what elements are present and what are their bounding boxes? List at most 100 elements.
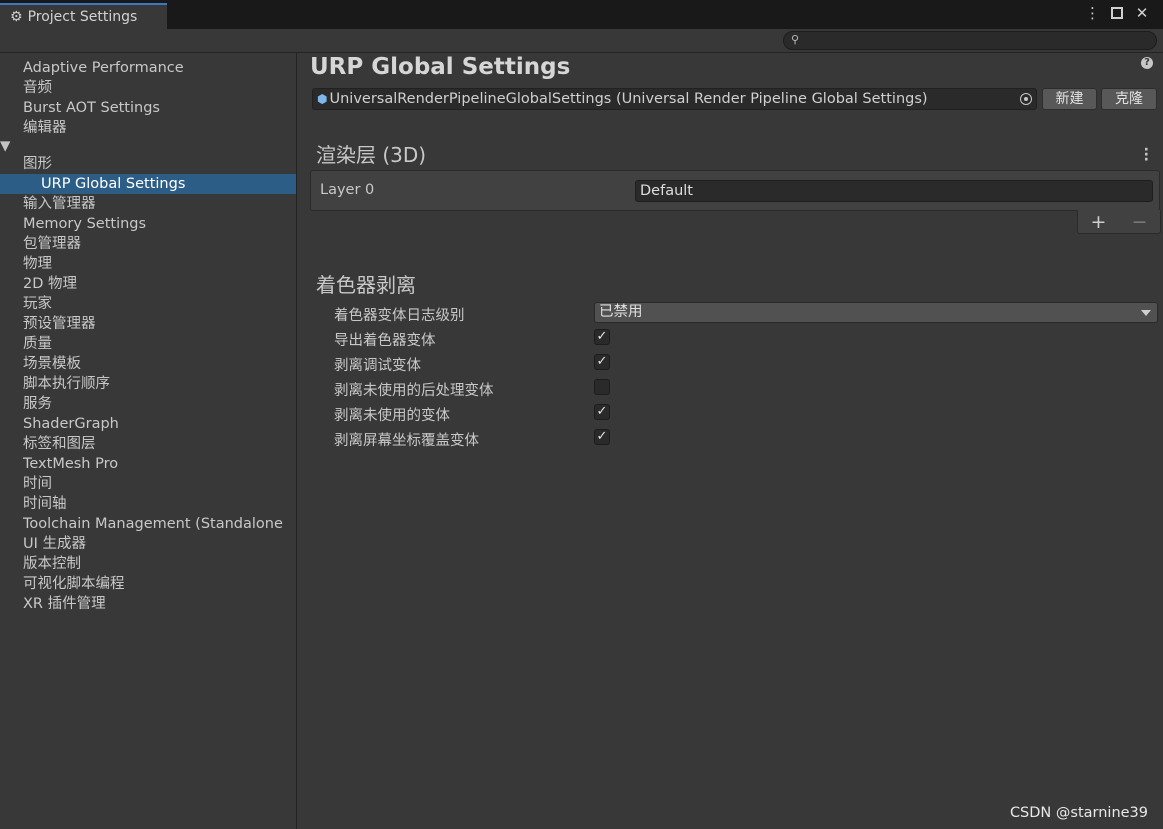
sidebar-row: 编辑器 <box>0 118 296 138</box>
sidebar-row: ▼ 图形 <box>0 138 296 174</box>
stripping-option-label: 剥离调试变体 <box>334 358 421 374</box>
sidebar-item[interactable]: 预设管理器 <box>0 314 296 334</box>
sidebar-item[interactable]: 标签和图层 <box>0 434 296 454</box>
object-picker-icon[interactable] <box>1020 93 1032 105</box>
sidebar-item[interactable]: Burst AOT Settings <box>0 98 296 118</box>
sidebar-item[interactable]: 音频 <box>0 78 296 98</box>
tab-project-settings[interactable]: ⚙ Project Settings <box>0 3 167 29</box>
sidebar-item[interactable]: 可视化脚本编程 <box>0 574 296 594</box>
sidebar-item[interactable]: 时间 <box>0 474 296 494</box>
stripping-option-checkbox[interactable]: ✓ <box>594 404 610 420</box>
stripping-option-checkbox[interactable]: ✓ <box>594 429 610 445</box>
sidebar-item[interactable]: 玩家 <box>0 294 296 314</box>
shader-log-level-row: 着色器变体日志级别 已禁用 <box>334 302 1159 324</box>
sidebar-item[interactable]: 包管理器 <box>0 234 296 254</box>
sidebar-row: 物理 <box>0 254 296 274</box>
sidebar-item[interactable]: 服务 <box>0 394 296 414</box>
sidebar-row: 质量 <box>0 334 296 354</box>
sidebar-row: 版本控制 <box>0 554 296 574</box>
scriptable-object-icon: ⬢ <box>317 92 328 106</box>
sidebar-row: 包管理器 <box>0 234 296 254</box>
search-icon: ⚲ <box>791 33 800 46</box>
sidebar-row: 音频 <box>0 78 296 98</box>
sidebar-item[interactable]: 图形 <box>0 154 296 174</box>
stripping-option-label: 剥离屏幕坐标覆盖变体 <box>334 433 479 449</box>
sidebar-item[interactable]: Adaptive Performance <box>0 58 296 78</box>
stripping-option-label: 剥离未使用的变体 <box>334 408 450 424</box>
section-menu-icon[interactable]: · · · <box>1144 143 1149 167</box>
maximize-icon[interactable] <box>1111 7 1123 19</box>
clone-button[interactable]: 克隆 <box>1101 88 1157 110</box>
search-input[interactable] <box>804 33 1149 48</box>
sidebar-row: 可视化脚本编程 <box>0 574 296 594</box>
new-button[interactable]: 新建 <box>1042 88 1097 110</box>
sidebar-row: 脚本执行顺序 <box>0 374 296 394</box>
window-controls: ⋮ ✕ <box>1085 4 1149 22</box>
stripping-option-row: 剥离未使用的后处理变体 <box>334 377 1159 399</box>
sidebar-row: 场景模板 <box>0 354 296 374</box>
sidebar-item[interactable]: 2D 物理 <box>0 274 296 294</box>
sidebar-item[interactable]: 脚本执行顺序 <box>0 374 296 394</box>
kebab-menu-icon[interactable]: ⋮ <box>1085 4 1100 22</box>
gear-icon: ⚙ <box>10 9 23 25</box>
sidebar-row: 玩家 <box>0 294 296 314</box>
expand-triangle-icon[interactable]: ▼ <box>0 138 10 154</box>
close-icon[interactable]: ✕ <box>1135 4 1149 22</box>
sidebar-item[interactable]: 场景模板 <box>0 354 296 374</box>
render-layers-title: 渲染层 (3D) <box>316 143 427 167</box>
sidebar-item[interactable]: 输入管理器 <box>0 194 296 214</box>
sidebar-row: ShaderGraph <box>0 414 296 434</box>
watermark: CSDN @starnine39 <box>1009 805 1148 821</box>
chevron-down-icon <box>1141 310 1151 316</box>
sidebar-item[interactable]: 编辑器 <box>0 118 296 138</box>
sidebar-row: URP Global Settings <box>0 174 296 194</box>
stripping-option-row: 导出着色器变体 ✓ <box>334 327 1159 349</box>
add-icon[interactable]: + <box>1091 211 1107 233</box>
sidebar-item[interactable]: 物理 <box>0 254 296 274</box>
object-field-value: UniversalRenderPipelineGlobalSettings (U… <box>329 91 928 107</box>
stripping-option-row: 剥离未使用的变体 ✓ <box>334 402 1159 424</box>
sidebar-row: XR 插件管理 <box>0 594 296 614</box>
settings-sidebar: Adaptive Performance 音频 Burst AOT Settings… <box>0 53 297 829</box>
help-icon[interactable]: ? <box>1141 57 1153 69</box>
list-add-remove: + − <box>1077 210 1161 234</box>
shader-log-level-dropdown[interactable]: 已禁用 <box>594 302 1158 323</box>
render-layers-list: Layer 0 Default <box>310 170 1160 211</box>
global-settings-object-field[interactable]: ⬢ UniversalRenderPipelineGlobalSettings (… <box>312 88 1037 110</box>
stripping-option-checkbox[interactable] <box>594 379 610 395</box>
sidebar-row: TextMesh Pro <box>0 454 296 474</box>
sidebar-row: Toolchain Management (Standalone <box>0 514 296 534</box>
sidebar-row: 标签和图层 <box>0 434 296 454</box>
sidebar-item[interactable]: 质量 <box>0 334 296 354</box>
sidebar-item[interactable]: XR 插件管理 <box>0 594 296 614</box>
sidebar-row: 时间 <box>0 474 296 494</box>
sidebar-item[interactable]: URP Global Settings <box>0 174 296 194</box>
stripping-option-row: 剥离屏幕坐标覆盖变体 ✓ <box>334 427 1159 449</box>
layer-0-name-field[interactable]: Default <box>635 180 1153 202</box>
search-row: ⚲ <box>0 29 1163 53</box>
search-box[interactable]: ⚲ <box>783 31 1157 50</box>
shader-log-level-label: 着色器变体日志级别 <box>334 308 465 324</box>
remove-icon[interactable]: − <box>1132 211 1148 233</box>
sidebar-row: 服务 <box>0 394 296 414</box>
stripping-option-checkbox[interactable]: ✓ <box>594 354 610 370</box>
sidebar-row: Burst AOT Settings <box>0 98 296 118</box>
sidebar-item[interactable]: 时间轴 <box>0 494 296 514</box>
sidebar-item[interactable]: TextMesh Pro <box>0 454 296 474</box>
main-panel: URP Global Settings ? ⬢ UniversalRenderPi… <box>298 53 1163 829</box>
dropdown-value: 已禁用 <box>599 304 643 320</box>
stripping-option-checkbox[interactable]: ✓ <box>594 329 610 345</box>
sidebar-row: 时间轴 <box>0 494 296 514</box>
sidebar-item[interactable]: Memory Settings <box>0 214 296 234</box>
sidebar-item[interactable]: ShaderGraph <box>0 414 296 434</box>
sidebar-row: UI 生成器 <box>0 534 296 554</box>
sidebar-row: Memory Settings <box>0 214 296 234</box>
tab-title: Project Settings <box>27 9 138 25</box>
sidebar-row: 预设管理器 <box>0 314 296 334</box>
stripping-option-label: 导出着色器变体 <box>334 333 436 349</box>
layer-0-label: Layer 0 <box>320 182 375 198</box>
sidebar-item[interactable]: 版本控制 <box>0 554 296 574</box>
sidebar-item[interactable]: Toolchain Management (Standalone <box>0 514 296 534</box>
shader-stripping-title: 着色器剥离 <box>316 273 416 297</box>
sidebar-item[interactable]: UI 生成器 <box>0 534 296 554</box>
